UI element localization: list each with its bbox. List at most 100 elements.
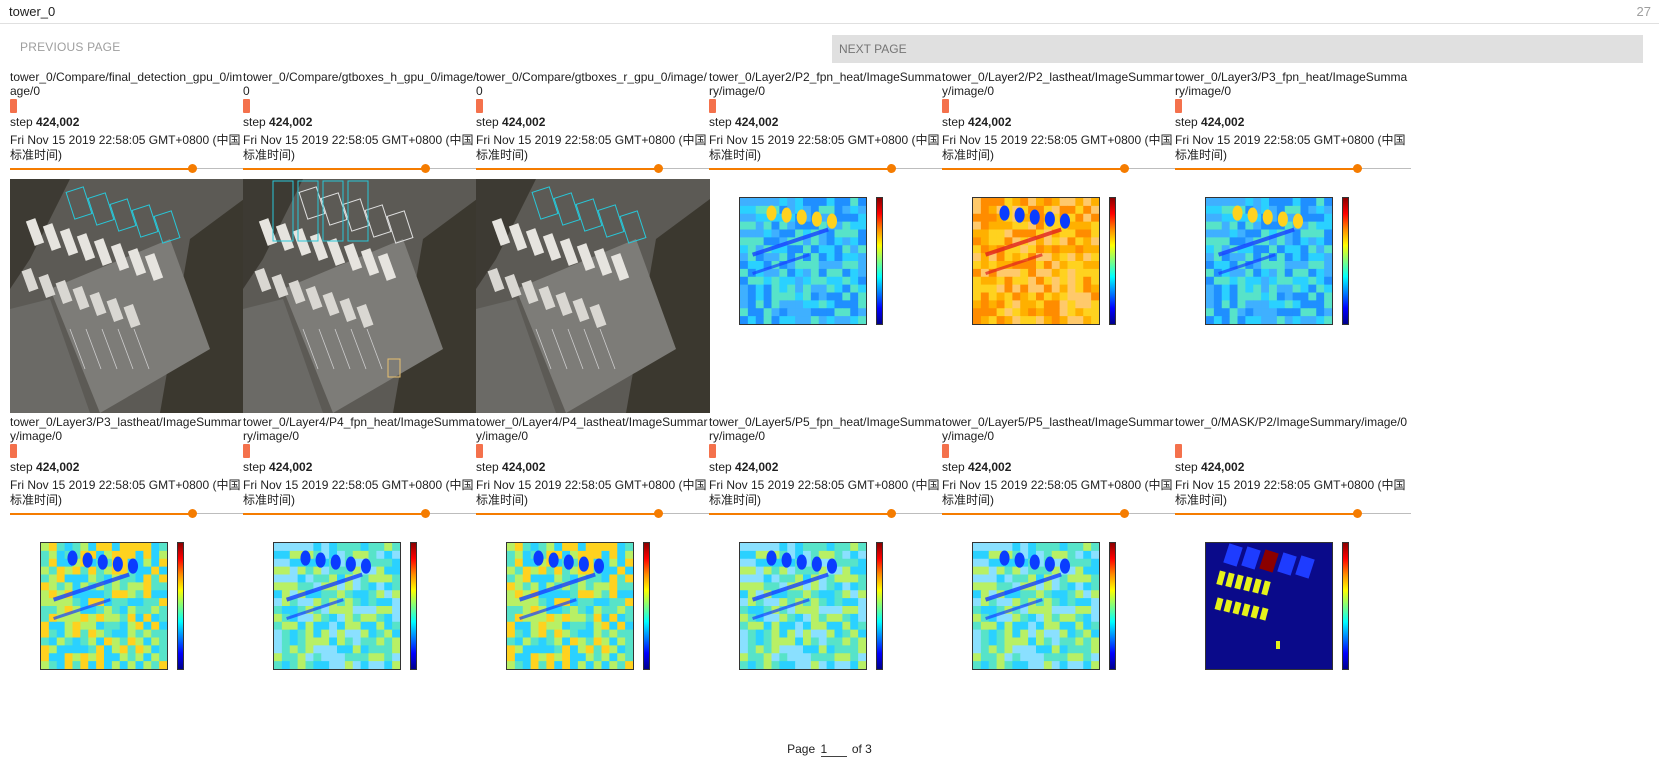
aerial-image: [243, 179, 477, 413]
card-image[interactable]: [1175, 524, 1409, 758]
card-image[interactable]: [243, 179, 477, 413]
card-tag: tower_0/MASK/P2/ImageSummary/image/0: [1175, 415, 1408, 429]
image-card: tower_0/Layer2/P2_lastheat/ImageSummary/…: [942, 70, 1178, 400]
slider-knob[interactable]: [1352, 164, 1362, 173]
image-card: tower_0/Layer3/P3_fpn_heat/ImageSummary/…: [1175, 70, 1411, 400]
slider-fill: [1175, 513, 1357, 515]
step-slider[interactable]: [942, 508, 1178, 520]
plot-area: [972, 542, 1100, 670]
card-image[interactable]: [1175, 179, 1409, 413]
plot-area: [506, 542, 634, 670]
plot-area: [739, 197, 867, 325]
card-image[interactable]: [709, 524, 943, 758]
plot-area: [1205, 542, 1333, 670]
wall-time: Fri Nov 15 2019 22:58:05 GMT+0800 (中国标准时…: [243, 133, 474, 162]
image-card: tower_0/MASK/P2/ImageSummary/image/0 step…: [1175, 415, 1411, 745]
slider-fill: [476, 168, 658, 170]
slider-knob[interactable]: [886, 164, 896, 173]
plot-area: [273, 542, 401, 670]
wall-time: Fri Nov 15 2019 22:58:05 GMT+0800 (中国标准时…: [476, 478, 707, 507]
step-prefix: step: [942, 115, 965, 129]
plot-frame: [1205, 542, 1375, 678]
wall-time: Fri Nov 15 2019 22:58:05 GMT+0800 (中国标准时…: [10, 478, 241, 507]
step-value: 424,002: [1201, 115, 1245, 129]
step-slider[interactable]: [709, 508, 945, 520]
step-slider[interactable]: [709, 163, 945, 175]
plot-frame: [739, 197, 909, 333]
slider-fill: [476, 513, 658, 515]
step-prefix: step: [243, 115, 266, 129]
card-image[interactable]: [709, 179, 943, 413]
aerial-image: [476, 179, 710, 413]
next-page-button[interactable]: NEXT PAGE: [832, 35, 1643, 63]
card-tag: tower_0/Layer4/P4_lastheat/ImageSummary/…: [476, 415, 708, 443]
step-slider[interactable]: [243, 508, 479, 520]
step-slider[interactable]: [10, 163, 246, 175]
image-card: tower_0/Layer5/P5_lastheat/ImageSummary/…: [942, 415, 1178, 745]
colorbar: [1109, 542, 1116, 670]
step-label: step 424,002: [942, 115, 1178, 130]
slider-fill: [942, 168, 1124, 170]
plot-area: [972, 197, 1100, 325]
wall-time: Fri Nov 15 2019 22:58:05 GMT+0800 (中国标准时…: [1175, 133, 1406, 162]
page-number-input[interactable]: 1: [820, 742, 847, 757]
slider-knob[interactable]: [1352, 509, 1362, 518]
plot-frame: [40, 542, 210, 678]
card-image[interactable]: [476, 179, 710, 413]
slider-knob[interactable]: [1119, 164, 1129, 173]
wall-time: Fri Nov 15 2019 22:58:05 GMT+0800 (中国标准时…: [709, 133, 940, 162]
slider-knob[interactable]: [886, 509, 896, 518]
slider-knob[interactable]: [187, 164, 197, 173]
step-value: 424,002: [502, 115, 546, 129]
colorbar: [1342, 542, 1349, 670]
page-suffix: of 3: [851, 742, 872, 756]
previous-page-button[interactable]: PREVIOUS PAGE: [10, 33, 130, 61]
card-image[interactable]: [10, 179, 244, 413]
step-prefix: step: [10, 115, 33, 129]
step-slider[interactable]: [942, 163, 1178, 175]
image-count: 27: [1636, 4, 1651, 19]
card-image[interactable]: [10, 524, 244, 758]
heatmap-image: [274, 543, 401, 670]
slider-knob[interactable]: [1119, 509, 1129, 518]
slider-fill: [243, 168, 425, 170]
card-tag: tower_0/Compare/final_detection_gpu_0/im…: [10, 70, 243, 98]
slider-knob[interactable]: [420, 164, 430, 173]
step-slider[interactable]: [476, 163, 712, 175]
run-name: tower_0: [9, 4, 56, 19]
step-slider[interactable]: [243, 163, 479, 175]
step-value: 424,002: [269, 460, 313, 474]
slider-knob[interactable]: [187, 509, 197, 518]
slider-knob[interactable]: [420, 509, 430, 518]
step-value: 424,002: [968, 460, 1012, 474]
step-slider[interactable]: [1175, 508, 1411, 520]
step-label: step 424,002: [476, 460, 712, 475]
slider-knob[interactable]: [653, 509, 663, 518]
image-card: tower_0/Compare/gtboxes_r_gpu_0/image/0 s…: [476, 70, 712, 413]
colorbar: [1109, 197, 1116, 325]
card-image[interactable]: [942, 524, 1176, 758]
step-slider[interactable]: [10, 508, 246, 520]
step-slider[interactable]: [476, 508, 712, 520]
step-prefix: step: [476, 460, 499, 474]
slider-knob[interactable]: [653, 164, 663, 173]
card-tag: tower_0/Layer2/P2_lastheat/ImageSummary/…: [942, 70, 1174, 98]
image-card: tower_0/Layer3/P3_lastheat/ImageSummary/…: [10, 415, 246, 745]
step-slider[interactable]: [1175, 163, 1411, 175]
card-image[interactable]: [942, 179, 1176, 413]
heatmap-image: [740, 543, 867, 670]
heatmap-image: [740, 198, 867, 325]
step-label: step 424,002: [243, 115, 479, 130]
heatmap-image: [973, 198, 1100, 325]
card-image[interactable]: [243, 524, 477, 758]
step-value: 424,002: [36, 460, 80, 474]
card-tag: tower_0/Compare/gtboxes_h_gpu_0/image/0: [243, 70, 477, 98]
plot-frame: [972, 542, 1142, 678]
image-card: tower_0/Compare/gtboxes_h_gpu_0/image/0s…: [243, 70, 479, 413]
run-color-chip: [10, 444, 17, 458]
card-image[interactable]: [476, 524, 710, 758]
wall-time: Fri Nov 15 2019 22:58:05 GMT+0800 (中国标准时…: [942, 133, 1173, 162]
step-value: 424,002: [968, 115, 1012, 129]
step-prefix: step: [709, 115, 732, 129]
step-value: 424,002: [502, 460, 546, 474]
